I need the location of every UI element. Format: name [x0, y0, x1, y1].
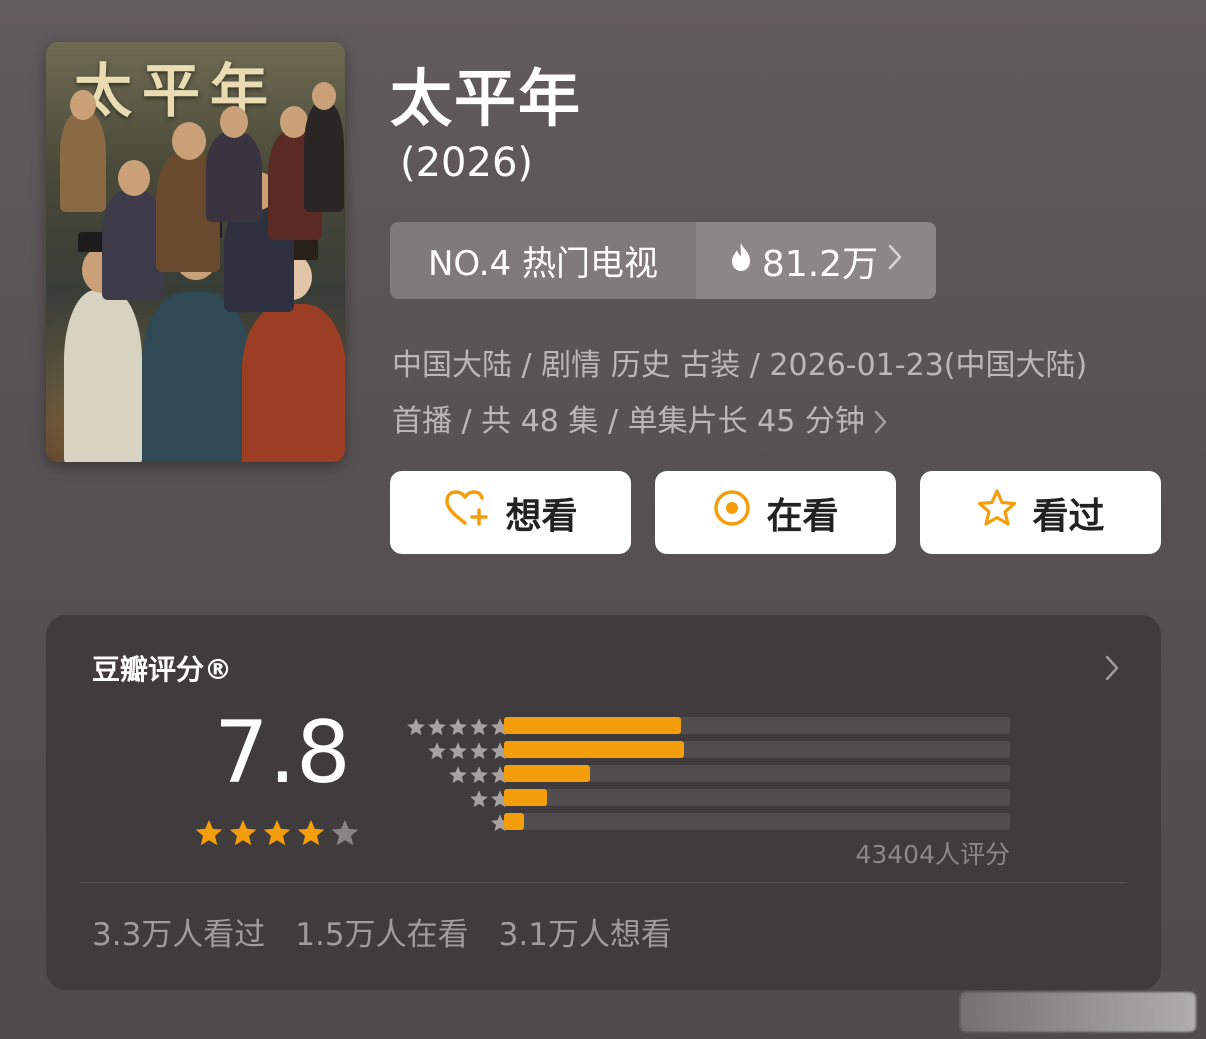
star-filled-icon — [228, 818, 258, 852]
distribution-bar-fill — [504, 765, 591, 782]
distribution-bar-track — [504, 813, 1010, 830]
chevron-right-icon — [873, 394, 889, 450]
watching-button[interactable]: 在看 — [655, 471, 896, 554]
show-meta[interactable]: 中国大陆 / 剧情 历史 古装 / 2026-01-23(中国大陆) 首播 / … — [392, 338, 1172, 450]
star-empty-icon — [330, 818, 360, 852]
distribution-row-2-star — [383, 787, 1023, 811]
star-small-icon — [448, 717, 468, 741]
heat-index[interactable]: 81.2万 — [696, 222, 936, 299]
meta-line-1: 中国大陆 / 剧情 历史 古装 / 2026-01-23(中国大陆) — [392, 348, 1088, 383]
rating-score: 7.8 — [214, 703, 351, 803]
distribution-bar-fill — [504, 717, 682, 734]
rating-title: 豆瓣评分® — [92, 653, 233, 686]
distribution-bar-track — [504, 789, 1010, 806]
page-title: 太平年 — [390, 62, 583, 135]
watched-label: 看过 — [1032, 495, 1105, 537]
star-small-icon — [427, 741, 447, 765]
distribution-stars — [406, 717, 510, 741]
star-small-icon — [469, 741, 489, 765]
star-small-icon — [469, 789, 489, 813]
want-label: 想看 — [505, 495, 578, 537]
rating-card[interactable]: 豆瓣评分® 7.8 43404人评分 3.3万人看过 1.5万人在看 3.1万人… — [46, 615, 1161, 990]
star-small-icon — [448, 741, 468, 765]
target-icon — [712, 488, 752, 537]
star-small-icon — [469, 717, 489, 741]
distribution-bar-track — [504, 741, 1010, 758]
distribution-row-4-star — [383, 739, 1023, 763]
heat-value: 81.2万 — [761, 243, 879, 285]
star-filled-icon — [194, 818, 224, 852]
rank-label: NO.4 热门电视 — [427, 244, 659, 284]
watched-count: 3.3万人看过 — [92, 917, 266, 953]
distribution-bar-track — [504, 717, 1010, 734]
meta-line-2-wrap: 首播 / 共 48 集 / 单集片长 45 分钟 — [392, 394, 1172, 450]
distribution-bar-fill — [504, 741, 684, 758]
chevron-right-icon — [886, 240, 904, 281]
distribution-stars — [427, 741, 510, 765]
distribution-row-3-star — [383, 763, 1023, 787]
want-count: 3.1万人想看 — [498, 917, 672, 953]
star-small-icon — [406, 717, 426, 741]
star-small-icon — [427, 717, 447, 741]
chevron-right-icon[interactable] — [1103, 653, 1121, 687]
distribution-row-1-star — [383, 811, 1023, 835]
release-year: (2026) — [400, 140, 534, 186]
star-filled-icon — [262, 818, 292, 852]
audience-stats: 3.3万人看过 1.5万人在看 3.1万人想看 — [92, 909, 672, 954]
rating-stars — [194, 818, 360, 852]
poster-image[interactable]: 太平年 — [46, 42, 345, 462]
ranking-badge[interactable]: NO.4 热门电视 81.2万 — [390, 222, 936, 299]
watched-button[interactable]: 看过 — [920, 471, 1161, 554]
heart-plus-icon — [443, 488, 491, 537]
distribution-bar-track — [504, 765, 1010, 782]
distribution-row-5-star — [383, 715, 1023, 739]
watching-count: 1.5万人在看 — [295, 917, 469, 953]
divider — [80, 882, 1127, 883]
want-to-watch-button[interactable]: 想看 — [390, 471, 631, 554]
star-small-icon — [469, 765, 489, 789]
star-outline-icon — [976, 488, 1018, 537]
watching-label: 在看 — [766, 495, 839, 537]
poster-title-text: 太平年 — [74, 57, 279, 125]
distribution-bar-fill — [504, 813, 525, 830]
vote-count: 43404人评分 — [855, 840, 1010, 869]
flame-icon — [728, 240, 754, 281]
meta-line-2: 首播 / 共 48 集 / 单集片长 45 分钟 — [392, 404, 865, 439]
star-filled-icon — [296, 818, 326, 852]
distribution-stars — [448, 765, 510, 789]
rating-distribution — [383, 715, 1023, 835]
star-small-icon — [448, 765, 468, 789]
distribution-bar-fill — [504, 789, 547, 806]
watermark — [960, 992, 1196, 1032]
